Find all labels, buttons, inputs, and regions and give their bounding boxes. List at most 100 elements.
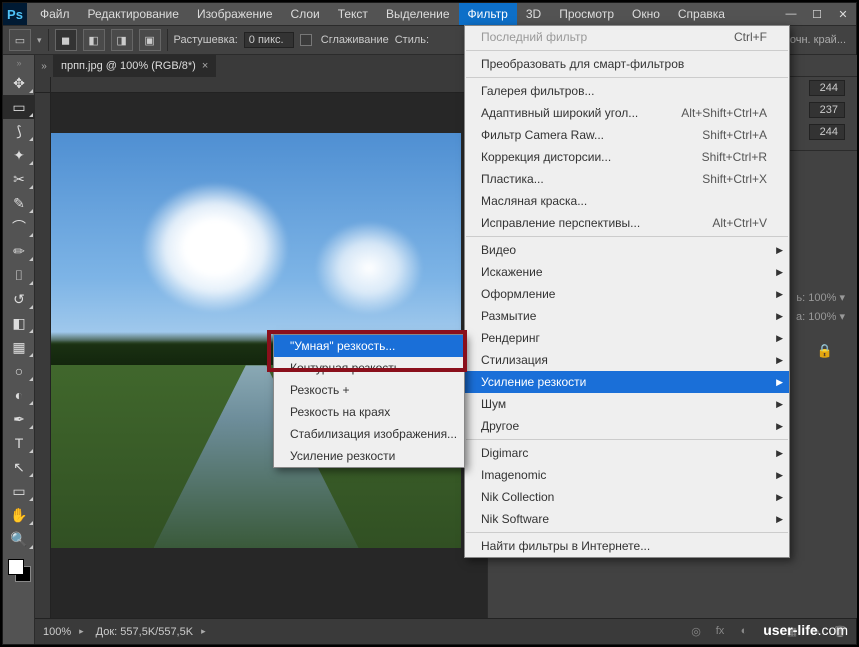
status-icon-2[interactable]: fx <box>710 625 730 638</box>
menu-last-filter[interactable]: Последний фильтрCtrl+F <box>465 26 789 48</box>
color-swatches[interactable] <box>3 557 34 589</box>
menu-file[interactable]: Файл <box>31 3 79 25</box>
menu-oil-paint[interactable]: Масляная краска... <box>465 190 789 212</box>
tool-type[interactable]: T <box>3 431 35 455</box>
tool-eyedropper[interactable]: ✎ <box>3 191 35 215</box>
menu-other[interactable]: Другое▶ <box>465 415 789 437</box>
selection-mode-new[interactable]: ◼ <box>55 29 77 51</box>
tool-shape[interactable]: ▭ <box>3 479 35 503</box>
ruler-vertical[interactable] <box>35 93 51 618</box>
tool-lasso[interactable]: ⟆ <box>3 119 35 143</box>
zoom-chevron-icon[interactable]: ▸ <box>79 626 96 637</box>
tool-dodge[interactable]: ◐ <box>3 383 35 407</box>
document-tab[interactable]: прпп.jpg @ 100% (RGB/8*) × <box>53 55 216 77</box>
submenu-sharpen-edges[interactable]: Резкость на краях <box>274 401 464 423</box>
tool-move[interactable]: ✥ <box>3 71 35 95</box>
tool-blur[interactable]: ○ <box>3 359 35 383</box>
menu-liquify[interactable]: Пластика...Shift+Ctrl+X <box>465 168 789 190</box>
tool-crop[interactable]: ✂ <box>3 167 35 191</box>
document-tab-close[interactable]: × <box>202 60 208 72</box>
submenu-unsharp[interactable]: Усиление резкости <box>274 445 464 467</box>
menu-digimarc[interactable]: Digimarc▶ <box>465 442 789 464</box>
panel-value-b[interactable]: 237 <box>809 102 845 118</box>
menu-help[interactable]: Справка <box>669 3 734 25</box>
tool-brush[interactable]: ✏ <box>3 239 35 263</box>
menu-filter-gallery[interactable]: Галерея фильтров... <box>465 80 789 102</box>
menu-distort[interactable]: Искажение▶ <box>465 261 789 283</box>
tool-magic-wand[interactable]: ✦ <box>3 143 35 167</box>
menu-rendering[interactable]: Рендеринг▶ <box>465 327 789 349</box>
doc-info-chevron-icon[interactable]: ▸ <box>201 626 218 637</box>
tool-zoom[interactable]: 🔍 <box>3 527 35 551</box>
menu-text[interactable]: Текст <box>329 3 377 25</box>
tool-eraser[interactable]: ◧ <box>3 311 35 335</box>
tool-palette: » ✥ ▭ ⟆ ✦ ✂ ✎ ⌒ ✏ ⌷ ↺ ◧ ▦ ○ ◐ ✒ T ↖ ▭ ✋ … <box>3 55 35 644</box>
menu-convert-smart[interactable]: Преобразовать для смарт-фильтров <box>465 53 789 75</box>
menu-render-decor[interactable]: Оформление▶ <box>465 283 789 305</box>
menu-select[interactable]: Выделение <box>377 3 459 25</box>
menu-imagenomic[interactable]: Imagenomic▶ <box>465 464 789 486</box>
menu-layers[interactable]: Слои <box>282 3 329 25</box>
selection-mode-intersect[interactable]: ▣ <box>139 29 161 51</box>
menu-nik-software[interactable]: Nik Software▶ <box>465 508 789 530</box>
status-icon-1[interactable]: ◎ <box>686 625 706 638</box>
menu-video[interactable]: Видео▶ <box>465 239 789 261</box>
opacity-value[interactable]: 100% <box>808 292 836 304</box>
close-button[interactable]: ✕ <box>830 3 856 25</box>
menu-vanishing-point[interactable]: Исправление перспективы...Alt+Ctrl+V <box>465 212 789 234</box>
menu-nik-collection[interactable]: Nik Collection▶ <box>465 486 789 508</box>
tool-marquee[interactable]: ▭ <box>3 95 35 119</box>
feather-input[interactable] <box>244 32 294 48</box>
tool-hand[interactable]: ✋ <box>3 503 35 527</box>
submenu-contour-sharpness[interactable]: Контурная резкость... <box>274 357 464 379</box>
menu-window[interactable]: Окно <box>623 3 669 25</box>
submenu-stabilize[interactable]: Стабилизация изображения... <box>274 423 464 445</box>
status-bar: 100% ▸ Док: 557,5K/557,5K ▸ ◎ fx ◐ ◑ ▦ ✎… <box>35 618 856 644</box>
style-label: Стиль: <box>395 34 429 46</box>
submenu-sharpen-plus[interactable]: Резкость + <box>274 379 464 401</box>
menu-noise[interactable]: Шум▶ <box>465 393 789 415</box>
menu-stylize[interactable]: Стилизация▶ <box>465 349 789 371</box>
menubar: Ps Файл Редактирование Изображение Слои … <box>3 3 856 25</box>
menu-lens-correction[interactable]: Коррекция дисторсии...Shift+Ctrl+R <box>465 146 789 168</box>
menu-view[interactable]: Просмотр <box>550 3 623 25</box>
foreground-color[interactable] <box>8 559 24 575</box>
antialias-checkbox[interactable] <box>300 34 312 46</box>
menu-blur[interactable]: Размытие▶ <box>465 305 789 327</box>
tool-pen[interactable]: ✒ <box>3 407 35 431</box>
doc-info[interactable]: Док: 557,5K/557,5K <box>96 626 201 638</box>
menu-browse-filters[interactable]: Найти фильтры в Интернете... <box>465 535 789 557</box>
menu-adaptive-wide[interactable]: Адаптивный широкий угол...Alt+Shift+Ctrl… <box>465 102 789 124</box>
sharpen-submenu: "Умная" резкость... Контурная резкость..… <box>273 334 465 468</box>
menu-edit[interactable]: Редактирование <box>79 3 188 25</box>
antialias-label: Сглаживание <box>321 34 389 46</box>
fill-label: а: <box>796 311 805 323</box>
minimize-button[interactable]: — <box>778 3 804 25</box>
selection-mode-add[interactable]: ◧ <box>83 29 105 51</box>
tool-history-brush[interactable]: ↺ <box>3 287 35 311</box>
document-tab-title: прпп.jpg @ 100% (RGB/8*) <box>61 60 196 72</box>
ruler-corner <box>35 77 51 93</box>
menu-image[interactable]: Изображение <box>188 3 282 25</box>
tool-stamp[interactable]: ⌷ <box>3 263 35 287</box>
tool-healing[interactable]: ⌒ <box>3 215 35 239</box>
menu-sharpen[interactable]: Усиление резкости▶ <box>465 371 789 393</box>
menu-filter[interactable]: Фильтр <box>459 3 517 25</box>
submenu-smart-sharpen[interactable]: "Умная" резкость... <box>274 335 464 357</box>
maximize-button[interactable]: ☐ <box>804 3 830 25</box>
active-tool-icon[interactable]: ▭ <box>9 29 31 51</box>
zoom-field[interactable]: 100% <box>35 626 79 638</box>
watermark: user-life.com <box>763 622 848 638</box>
tool-path[interactable]: ↖ <box>3 455 35 479</box>
panel-value-a[interactable]: 244 <box>809 80 845 96</box>
toolbar-collapse[interactable]: » <box>3 55 35 71</box>
status-icon-3[interactable]: ◐ <box>734 625 754 638</box>
feather-label: Растушевка: <box>174 34 238 46</box>
tabbar-expand[interactable]: » <box>35 61 53 72</box>
selection-mode-subtract[interactable]: ◨ <box>111 29 133 51</box>
menu-camera-raw[interactable]: Фильтр Camera Raw...Shift+Ctrl+A <box>465 124 789 146</box>
tool-gradient[interactable]: ▦ <box>3 335 35 359</box>
menu-3d[interactable]: 3D <box>517 3 550 25</box>
fill-value[interactable]: 100% <box>808 311 836 323</box>
panel-value-c[interactable]: 244 <box>809 124 845 140</box>
